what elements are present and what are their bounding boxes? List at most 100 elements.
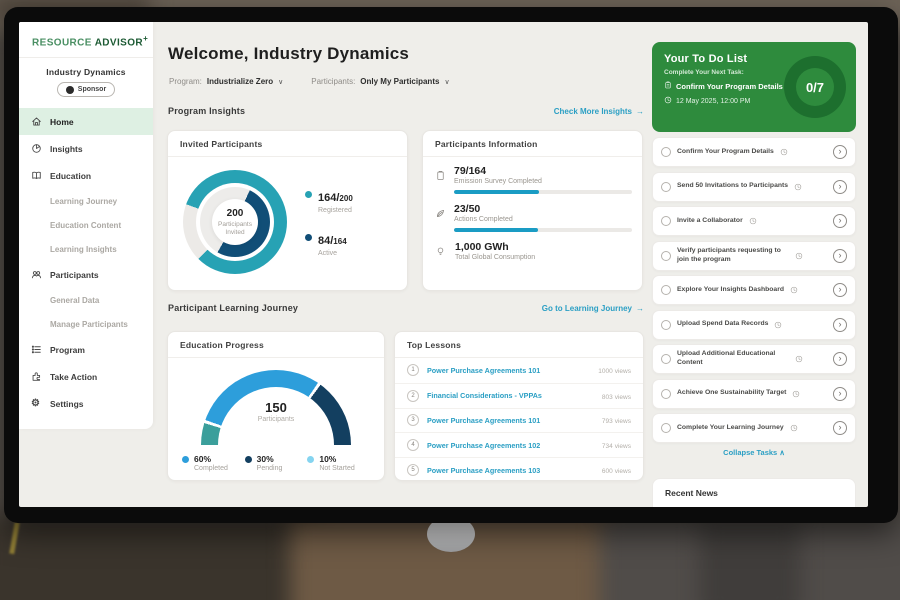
arrow-right-icon: →: [636, 304, 644, 313]
sidebar-item-label: Home: [50, 117, 74, 127]
sidebar-item-learning-journey[interactable]: Learning Journey: [19, 189, 153, 213]
task-row[interactable]: Confirm Your Program Details ›: [652, 137, 856, 167]
task-checkbox[interactable]: [661, 216, 671, 226]
legend-label: Pending: [257, 465, 283, 472]
task-open-button[interactable]: ›: [833, 283, 847, 297]
nested-donut-chart: 200 Participants Invited: [183, 170, 287, 274]
lesson-link[interactable]: Power Purchase Agreements 101: [427, 416, 592, 425]
task-checkbox[interactable]: [661, 251, 671, 261]
clock-icon: [792, 385, 800, 403]
legend-label: Not Started: [319, 465, 354, 472]
task-open-button[interactable]: ›: [833, 145, 847, 159]
task-label: Upload Spend Data Records: [677, 320, 768, 329]
task-checkbox[interactable]: [661, 285, 671, 295]
sidebar-item-participants[interactable]: Participants: [19, 261, 153, 288]
bulb-icon: [435, 245, 447, 261]
card-title: Participants Information: [423, 131, 642, 157]
lesson-rank: 4: [407, 439, 419, 451]
task-checkbox[interactable]: [661, 389, 671, 399]
progress-fill: [454, 190, 539, 194]
link-label: Check More Insights: [554, 107, 632, 116]
legend-item-registered: 164/200 Registered: [305, 188, 353, 214]
sidebar-item-home[interactable]: Home: [19, 108, 153, 135]
lesson-link[interactable]: Power Purchase Agreements 103: [427, 466, 592, 475]
sidebar-item-manage-participants[interactable]: Manage Participants: [19, 312, 153, 336]
sidebar-item-learning-insights[interactable]: Learning Insights: [19, 237, 153, 261]
todo-datetime-label: 12 May 2025, 12:00 PM: [676, 98, 750, 105]
sidebar-item-general-data[interactable]: General Data: [19, 288, 153, 312]
sidebar-item-education-content[interactable]: Education Content: [19, 213, 153, 237]
task-checkbox[interactable]: [661, 182, 671, 192]
collapse-label: Collapse Tasks: [723, 448, 777, 457]
lesson-row[interactable]: 1 Power Purchase Agreements 101 1000view…: [395, 358, 643, 383]
task-checkbox[interactable]: [661, 320, 671, 330]
legend-dot-blue: [182, 456, 189, 463]
task-open-button[interactable]: ›: [833, 352, 847, 366]
program-dropdown[interactable]: Program: Industrialize Zero ∨: [169, 77, 283, 86]
lesson-row[interactable]: 5 Power Purchase Agreements 103 600views: [395, 457, 643, 481]
clock-icon: [780, 143, 788, 161]
lesson-row[interactable]: 2 Financial Considerations - VPPAs 803vi…: [395, 383, 643, 408]
gauge-center-label: Participants: [201, 416, 351, 423]
logo-text-resource: RESOURCE: [32, 37, 92, 48]
task-row[interactable]: Verify participants requesting to join t…: [652, 241, 856, 271]
legend-dot-teal: [305, 191, 312, 198]
task-open-button[interactable]: ›: [833, 421, 847, 435]
sidebar: RESOURCE ADVISOR+ Industry Dynamics Spon…: [19, 22, 153, 429]
task-checkbox[interactable]: [661, 147, 671, 157]
lesson-views-count: 1000: [598, 368, 612, 375]
legend-item-not-started: 10% Not Started: [307, 454, 370, 472]
legend-total: 164: [333, 237, 346, 246]
task-open-button[interactable]: ›: [833, 387, 847, 401]
lesson-link[interactable]: Financial Considerations - VPPAs: [427, 391, 592, 400]
task-checkbox[interactable]: [661, 423, 671, 433]
sidebar-item-take-action[interactable]: Take Action: [19, 363, 153, 390]
task-open-button[interactable]: ›: [833, 180, 847, 194]
task-row[interactable]: Explore Your Insights Dashboard ›: [652, 275, 856, 305]
section-title: Program Insights: [168, 106, 245, 116]
stat-value: 23/50: [454, 203, 632, 215]
sidebar-item-education[interactable]: Education: [19, 162, 153, 189]
sidebar-item-label: Learning Journey: [50, 197, 117, 206]
clipboard-icon: [664, 81, 672, 91]
recent-news-title: Recent News: [665, 488, 843, 498]
sidebar-item-settings[interactable]: ⚙ Settings: [19, 390, 153, 417]
todo-hero-card: Your To Do List Complete Your Next Task:…: [652, 42, 856, 132]
sidebar-item-insights[interactable]: Insights: [19, 135, 153, 162]
task-row[interactable]: Upload Additional Educational Content ›: [652, 344, 856, 374]
task-open-button[interactable]: ›: [833, 249, 847, 263]
recent-news-card: Recent News: [652, 478, 856, 507]
lesson-link[interactable]: Power Purchase Agreements 101: [427, 366, 588, 375]
collapse-tasks-link[interactable]: Collapse Tasks ∧: [652, 448, 856, 457]
task-row[interactable]: Complete Your Learning Journey ›: [652, 413, 856, 443]
legend-item-completed: 60% Completed: [182, 454, 245, 472]
lesson-rank: 5: [407, 464, 419, 476]
clock-icon: [790, 419, 798, 437]
go-to-learning-journey-link[interactable]: Go to Learning Journey →: [542, 304, 644, 313]
task-open-button[interactable]: ›: [833, 214, 847, 228]
task-row[interactable]: Send 50 Invitations to Participants ›: [652, 172, 856, 202]
invited-participants-card: Invited Participants 200 Participants In…: [167, 130, 408, 291]
stat-actions-completed: 23/50 Actions Completed: [435, 203, 628, 232]
check-more-insights-link[interactable]: Check More Insights →: [554, 107, 644, 116]
lesson-rank: 3: [407, 414, 419, 426]
sidebar-item-label: Education: [50, 171, 91, 181]
task-checkbox[interactable]: [661, 354, 671, 364]
lesson-row[interactable]: 4 Power Purchase Agreements 102 734views: [395, 432, 643, 457]
task-label: Send 50 Invitations to Participants: [677, 182, 788, 191]
sidebar-item-program[interactable]: Program: [19, 336, 153, 363]
lesson-link[interactable]: Power Purchase Agreements 102: [427, 441, 592, 450]
task-row[interactable]: Achieve One Sustainability Target ›: [652, 379, 856, 409]
legend-dot-navy: [305, 234, 312, 241]
lesson-views-count: 600: [602, 468, 613, 475]
gauge-center: 150 Participants: [201, 400, 351, 423]
participants-information-body: 79/164 Emission Survey Completed 23/50 A…: [423, 157, 642, 261]
participants-dropdown[interactable]: Participants: Only My Participants ∨: [311, 77, 449, 86]
app-logo: RESOURCE ADVISOR+: [19, 22, 153, 58]
task-row[interactable]: Invite a Collaborator ›: [652, 206, 856, 236]
stat-label: Actions Completed: [454, 216, 632, 223]
task-row[interactable]: Upload Spend Data Records ›: [652, 310, 856, 340]
task-open-button[interactable]: ›: [833, 318, 847, 332]
lesson-row[interactable]: 3 Power Purchase Agreements 101 793views: [395, 408, 643, 433]
lesson-views-count: 734: [602, 443, 613, 450]
